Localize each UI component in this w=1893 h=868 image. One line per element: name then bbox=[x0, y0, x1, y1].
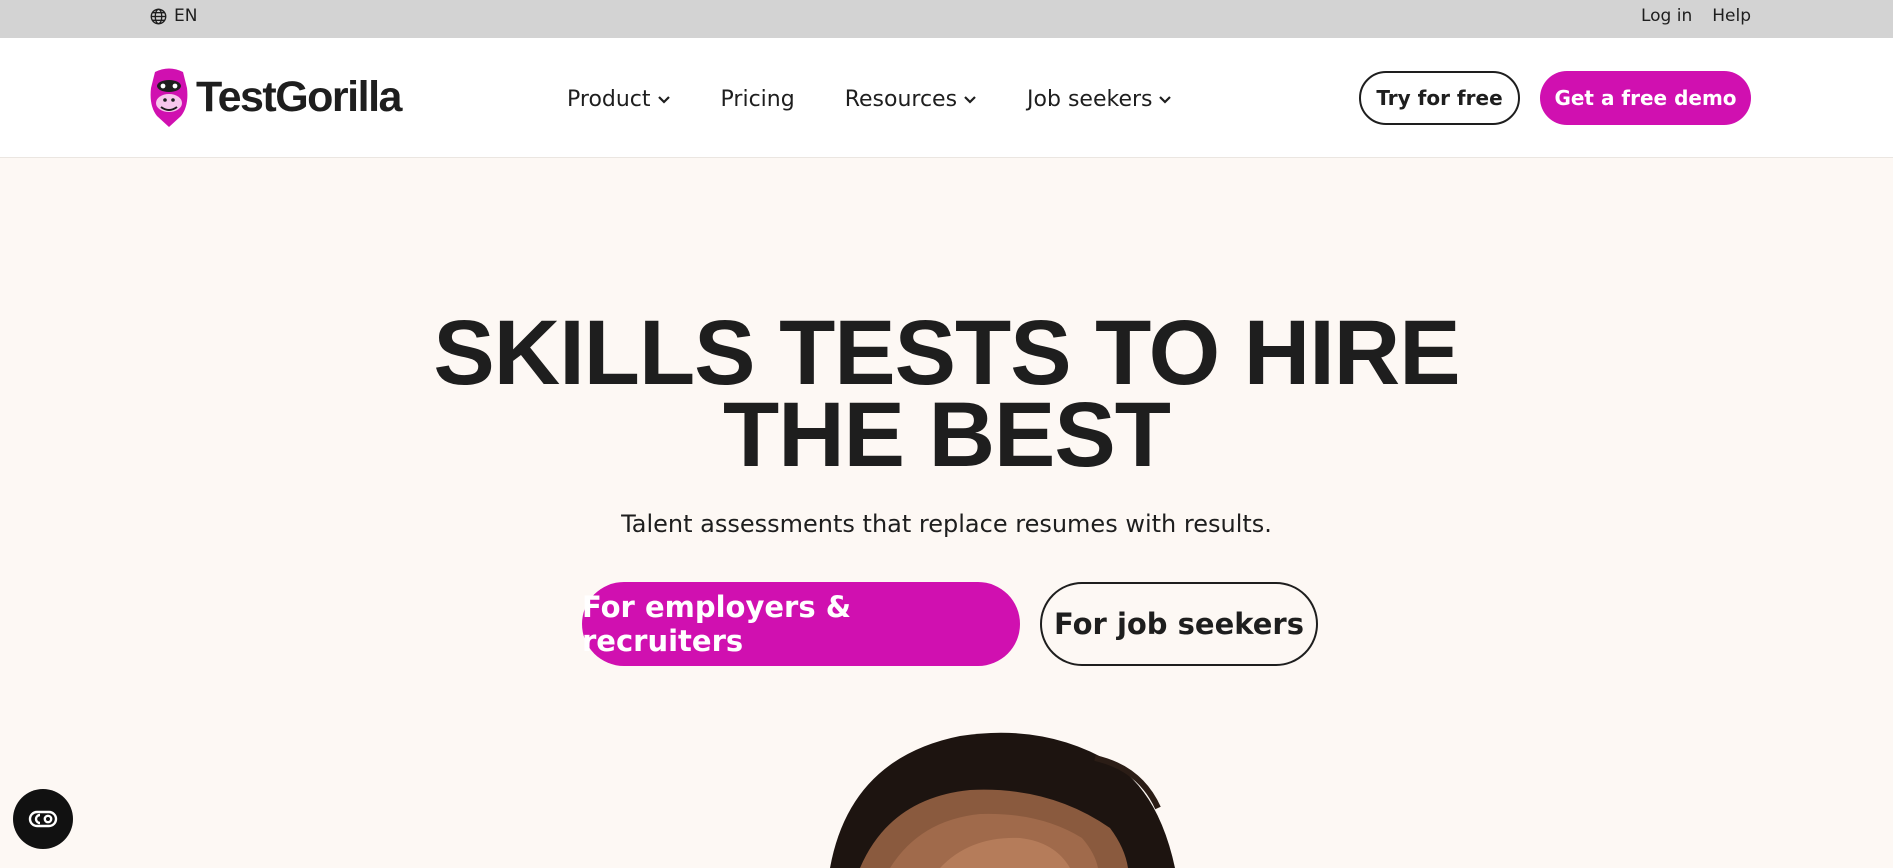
brand-name: TestGorilla bbox=[196, 72, 402, 121]
hero-title: SKILLS TESTS TO HIRE THE BEST bbox=[0, 307, 1893, 481]
hero-title-line-2: THE BEST bbox=[723, 384, 1171, 486]
nav-item-label: Resources bbox=[844, 87, 958, 112]
globe-icon bbox=[150, 8, 167, 24]
nav-item-label: Product bbox=[567, 87, 651, 112]
brand-logo[interactable]: TestGorilla bbox=[148, 66, 402, 128]
main-navbar: TestGorilla Product Pricing Resources Jo… bbox=[0, 38, 1893, 158]
chevron-down-icon bbox=[657, 95, 670, 104]
employers-recruiters-button[interactable]: For employers & recruiters bbox=[582, 582, 1020, 666]
help-link[interactable]: Help bbox=[1712, 6, 1751, 26]
hero-subtitle: Talent assessments that replace resumes … bbox=[621, 510, 1272, 538]
try-for-free-button[interactable]: Try for free bbox=[1359, 71, 1520, 125]
chevron-down-icon bbox=[964, 95, 976, 104]
get-free-demo-button[interactable]: Get a free demo bbox=[1540, 71, 1751, 125]
language-label: EN bbox=[174, 6, 198, 26]
nav-item-pricing[interactable]: Pricing bbox=[721, 87, 795, 112]
cookie-settings-button[interactable] bbox=[13, 789, 73, 849]
hero-portrait-image bbox=[820, 728, 1200, 868]
top-utility-bar: EN Log in Help bbox=[0, 0, 1893, 38]
nav-item-job-seekers[interactable]: Job seekers bbox=[1027, 87, 1172, 112]
gorilla-logo-icon bbox=[150, 68, 188, 127]
chevron-down-icon bbox=[1159, 95, 1172, 104]
login-link[interactable]: Log in bbox=[1641, 6, 1692, 26]
job-seekers-button[interactable]: For job seekers bbox=[1040, 582, 1318, 666]
cookie-settings-icon bbox=[28, 810, 58, 828]
language-selector[interactable]: EN bbox=[150, 6, 197, 26]
nav-item-label: Pricing bbox=[720, 87, 795, 112]
nav-item-resources[interactable]: Resources bbox=[845, 87, 977, 112]
nav-item-label: Job seekers bbox=[1027, 87, 1153, 112]
topbar-links: Log in Help bbox=[1641, 6, 1751, 26]
nav-item-product[interactable]: Product bbox=[567, 87, 671, 112]
primary-nav: Product Pricing Resources Job seekers bbox=[567, 87, 1172, 112]
